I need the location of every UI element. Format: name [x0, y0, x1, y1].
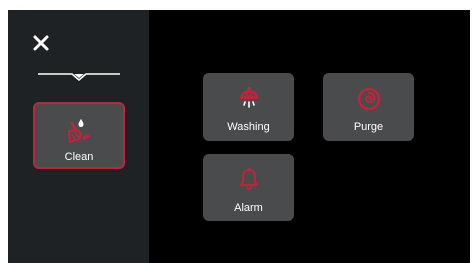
- washing-button[interactable]: Washing: [203, 73, 294, 141]
- clean-button[interactable]: Clean: [33, 102, 125, 169]
- alarm-bell-icon: [239, 168, 258, 190]
- purge-label: Purge: [353, 121, 384, 133]
- washing-label: Washing: [227, 121, 270, 133]
- purge-button[interactable]: Purge: [323, 73, 414, 141]
- sidebar: Clean: [8, 10, 149, 263]
- purge-swirl-icon: [357, 87, 380, 111]
- app-window: Clean Washing Purge Alarm: [8, 10, 470, 263]
- chevron-divider-icon: [38, 73, 120, 82]
- alarm-label: Alarm: [234, 202, 263, 214]
- alarm-button[interactable]: Alarm: [203, 154, 294, 221]
- washing-shower-icon: [239, 87, 258, 108]
- close-icon: [33, 35, 49, 51]
- clean-label: Clean: [64, 151, 94, 163]
- close-button[interactable]: [32, 34, 50, 52]
- clean-brush-icon: [67, 119, 90, 144]
